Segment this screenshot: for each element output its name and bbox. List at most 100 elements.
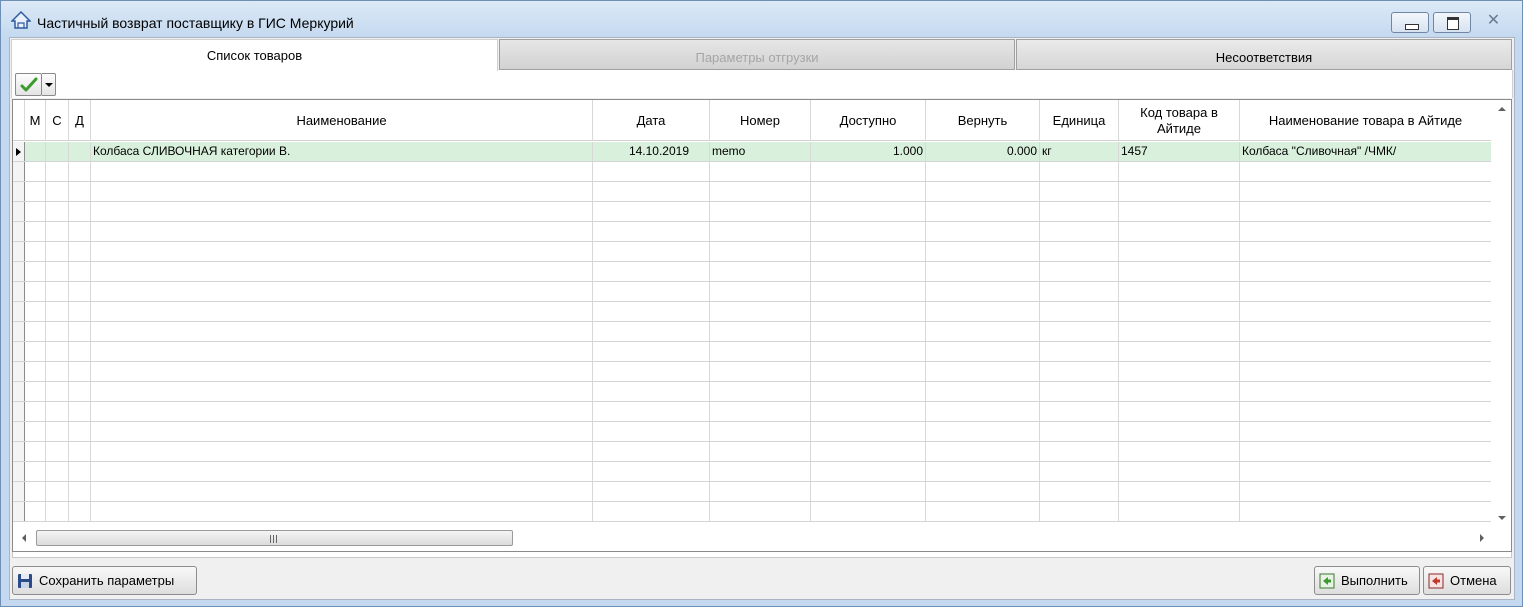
cell-aitida-name[interactable] [1240,242,1491,261]
cell-name[interactable] [91,182,593,201]
cell-return[interactable] [926,362,1040,381]
header-code[interactable]: Код товара в Айтиде [1119,100,1240,141]
cell-d[interactable] [69,182,91,201]
cell-m[interactable] [25,242,46,261]
cell-return[interactable] [926,422,1040,441]
cell-d[interactable] [69,262,91,281]
cell-return[interactable] [926,242,1040,261]
row-indicator[interactable] [13,222,25,241]
cell-c[interactable] [46,202,69,221]
cell-return[interactable] [926,342,1040,361]
cell-number[interactable] [710,322,811,341]
cell-name[interactable] [91,362,593,381]
cell-date[interactable] [593,282,710,301]
cell-m[interactable] [25,202,46,221]
cell-code[interactable] [1119,442,1240,461]
cell-available[interactable] [811,482,926,501]
cell-code[interactable] [1119,282,1240,301]
cell-available[interactable] [811,462,926,481]
cell-unit[interactable] [1040,222,1119,241]
cell-number[interactable] [710,242,811,261]
cell-return[interactable] [926,222,1040,241]
cell-name[interactable] [91,222,593,241]
cell-return[interactable]: 0.000 [926,142,1040,161]
cell-aitida-name[interactable] [1240,362,1491,381]
cell-c[interactable] [46,242,69,261]
cell-c[interactable] [46,422,69,441]
cell-code[interactable] [1119,302,1240,321]
row-indicator[interactable] [13,422,25,441]
cell-return[interactable] [926,302,1040,321]
cell-code[interactable] [1119,402,1240,421]
cell-m[interactable] [25,422,46,441]
row-indicator[interactable] [13,362,25,381]
cell-date[interactable] [593,422,710,441]
title-bar[interactable]: Частичный возврат поставщику в ГИС Мерку… [1,1,1522,37]
cell-name[interactable] [91,262,593,281]
cell-available[interactable] [811,242,926,261]
run-button[interactable]: Выполнить [1314,566,1420,595]
table-row-empty[interactable] [13,342,1491,362]
row-indicator[interactable] [13,462,25,481]
cell-number[interactable] [710,422,811,441]
check-button[interactable] [15,73,42,96]
cell-d[interactable] [69,202,91,221]
cell-d[interactable] [69,442,91,461]
cell-aitida-name[interactable] [1240,342,1491,361]
cell-d[interactable] [69,382,91,401]
cell-aitida-name[interactable] [1240,502,1491,521]
cell-m[interactable] [25,442,46,461]
cell-d[interactable] [69,462,91,481]
cell-date[interactable] [593,322,710,341]
cell-available[interactable] [811,182,926,201]
cell-code[interactable] [1119,242,1240,261]
cell-available[interactable] [811,342,926,361]
cell-available[interactable] [811,422,926,441]
table-row-empty[interactable] [13,242,1491,262]
cell-name[interactable] [91,402,593,421]
cell-d[interactable] [69,422,91,441]
row-indicator[interactable] [13,482,25,501]
cell-aitida-name[interactable] [1240,162,1491,181]
cell-return[interactable] [926,482,1040,501]
cell-available[interactable] [811,382,926,401]
cell-date[interactable] [593,382,710,401]
cell-aitida-name[interactable] [1240,422,1491,441]
cell-unit[interactable] [1040,382,1119,401]
cell-unit[interactable] [1040,262,1119,281]
cell-name[interactable] [91,342,593,361]
cell-m[interactable] [25,262,46,281]
cell-date[interactable] [593,442,710,461]
cell-return[interactable] [926,462,1040,481]
cell-c[interactable] [46,342,69,361]
cell-code[interactable] [1119,362,1240,381]
cell-code[interactable] [1119,222,1240,241]
cell-return[interactable] [926,202,1040,221]
cell-name[interactable] [91,422,593,441]
cell-m[interactable] [25,382,46,401]
cell-number[interactable] [710,382,811,401]
cell-m[interactable] [25,302,46,321]
table-row-empty[interactable] [13,202,1491,222]
cell-aitida-name[interactable] [1240,442,1491,461]
cell-d[interactable] [69,362,91,381]
cell-code[interactable] [1119,262,1240,281]
table-row-empty[interactable] [13,502,1491,522]
row-indicator[interactable] [13,262,25,281]
cell-unit[interactable] [1040,362,1119,381]
cell-code[interactable] [1119,502,1240,521]
cell-name[interactable] [91,502,593,521]
cell-return[interactable] [926,442,1040,461]
row-indicator[interactable] [13,502,25,521]
cell-number[interactable] [710,362,811,381]
cell-number[interactable] [710,162,811,181]
table-row-empty[interactable] [13,402,1491,422]
cell-date[interactable] [593,502,710,521]
restore-button[interactable] [1433,12,1471,33]
scroll-down-icon[interactable] [1498,516,1506,520]
cell-date[interactable] [593,262,710,281]
cell-number[interactable] [710,342,811,361]
table-row-empty[interactable] [13,282,1491,302]
cell-m[interactable] [25,462,46,481]
horizontal-scrollbar[interactable] [13,529,1491,547]
